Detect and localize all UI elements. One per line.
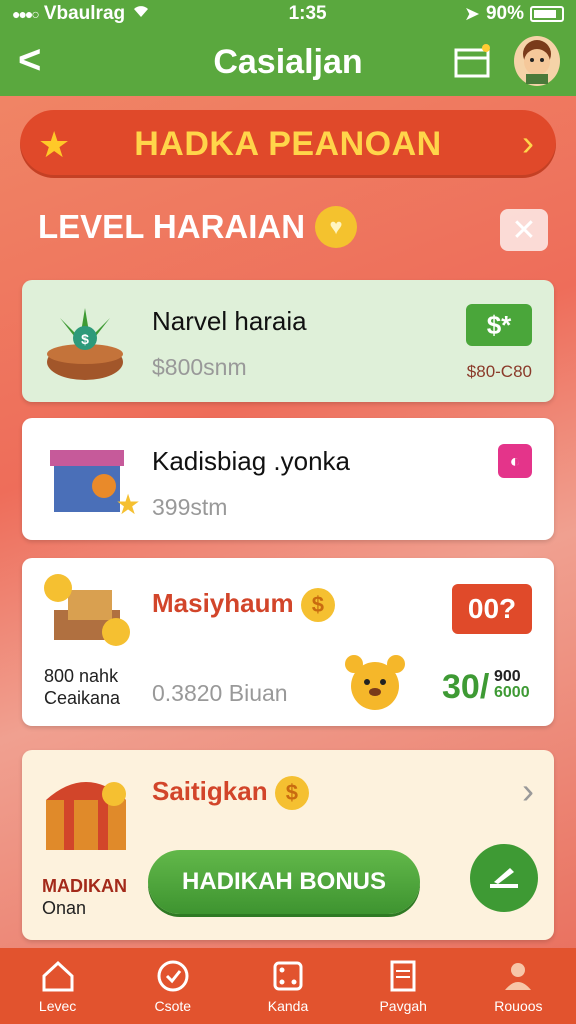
back-button[interactable]: < <box>18 40 41 80</box>
plant-coin-icon: $ <box>40 298 130 389</box>
price-button[interactable]: $* <box>466 304 532 346</box>
list-item[interactable]: ★ Kadisbiag .yonka 399stm ◐ <box>22 418 554 540</box>
tab-bar: Levec Csote Kanda Pavgah Rouoos <box>0 948 576 1024</box>
tab-label: Levec <box>38 998 77 1014</box>
nav-bar: < Casialjan <box>0 28 576 96</box>
tab-kanda[interactable]: Kanda <box>230 948 345 1024</box>
section-header: LEVEL HARAIAN ♥ <box>38 206 358 248</box>
gift-box-icon: ★ <box>40 436 141 531</box>
heart-coin-icon: ♥ <box>315 206 358 248</box>
close-button[interactable]: ✕ <box>500 209 548 251</box>
chevron-right-icon[interactable]: › <box>522 770 534 812</box>
price-bottom: 6000 <box>494 684 530 701</box>
bonus-button[interactable]: HADIKAH BONUS <box>148 850 420 914</box>
item-title: Kadisbiag .yonka <box>152 446 351 476</box>
tab-pavgah[interactable]: Pavgah <box>346 948 461 1024</box>
status-bar: ●●●○ Vbaulrag 1:35 ➤ 90% <box>0 0 576 28</box>
wifi-icon <box>131 3 151 25</box>
location-icon: ➤ <box>464 3 480 25</box>
item-label-line1: 800 nahk <box>44 666 119 686</box>
price-value: 30/ <box>442 668 490 706</box>
list-item[interactable]: $ Narvel haraia $800snm $* $80-C80 <box>22 280 554 402</box>
carrier-label: Vbaulrag <box>43 3 126 24</box>
tab-csote[interactable]: Csote <box>115 948 230 1024</box>
document-icon <box>390 960 416 992</box>
page-title: Casialjan <box>213 42 363 81</box>
item-subtitle: 399stm <box>152 494 228 520</box>
star-icon: ★ <box>38 124 71 165</box>
home-icon <box>42 960 74 992</box>
item-title: Narvel haraia <box>152 306 307 336</box>
list-item[interactable]: MADIKAN Onan Saitigkan $ › HADIKAH BONUS <box>22 750 554 940</box>
tab-label: Kanda <box>267 998 309 1014</box>
item-label-line1: MADIKAN <box>42 876 127 896</box>
treasure-chest-icon <box>38 764 134 861</box>
clock: 1:35 <box>288 3 327 24</box>
badge-button[interactable]: 00? <box>452 584 532 634</box>
tab-label: Rouoos <box>494 998 543 1014</box>
action-button[interactable]: ◐ <box>498 444 532 478</box>
price-note: $80-C80 <box>466 362 532 381</box>
battery-icon <box>530 6 564 22</box>
item-label-line2: Ceaikana <box>44 688 121 708</box>
clock-check-icon <box>157 960 189 992</box>
list-item[interactable]: 800 nahk Ceaikana Masiyhaum $ 0.3820 Biu… <box>22 558 554 726</box>
signal-icon: ●●●○ <box>12 6 40 22</box>
coin-icon: $ <box>300 588 335 623</box>
item-label-line2: Onan <box>42 898 87 918</box>
item-subtitle: $800snm <box>152 354 247 380</box>
coin-stack-icon <box>40 570 140 659</box>
item-subtitle: 0.3820 Biuan <box>152 680 288 706</box>
item-title: Masiyhaum $ <box>152 588 335 623</box>
svg-text:★: ★ <box>115 489 140 520</box>
avatar[interactable] <box>514 36 560 86</box>
promo-banner[interactable]: ★ HADKA PEANOAN › <box>20 110 556 178</box>
tab-levec[interactable]: Levec <box>0 948 115 1024</box>
section-title: LEVEL HARAIAN <box>38 208 306 245</box>
edit-icon[interactable] <box>470 844 538 912</box>
profile-icon <box>505 963 532 990</box>
coin-icon: $ <box>274 776 309 811</box>
tab-label: Pavgah <box>379 998 427 1014</box>
tab-rouoos[interactable]: Rouoos <box>461 948 576 1024</box>
chevron-right-icon: › <box>522 122 534 163</box>
dice-icon <box>273 961 303 991</box>
bear-icon <box>340 650 410 721</box>
item-title: Saitigkan $ <box>152 776 309 811</box>
calendar-icon[interactable] <box>452 42 492 82</box>
banner-title: HADKA PEANOAN <box>134 124 442 163</box>
tab-label: Csote <box>154 998 192 1014</box>
battery-percent: 90% <box>485 3 524 24</box>
svg-text:$: $ <box>81 331 89 347</box>
